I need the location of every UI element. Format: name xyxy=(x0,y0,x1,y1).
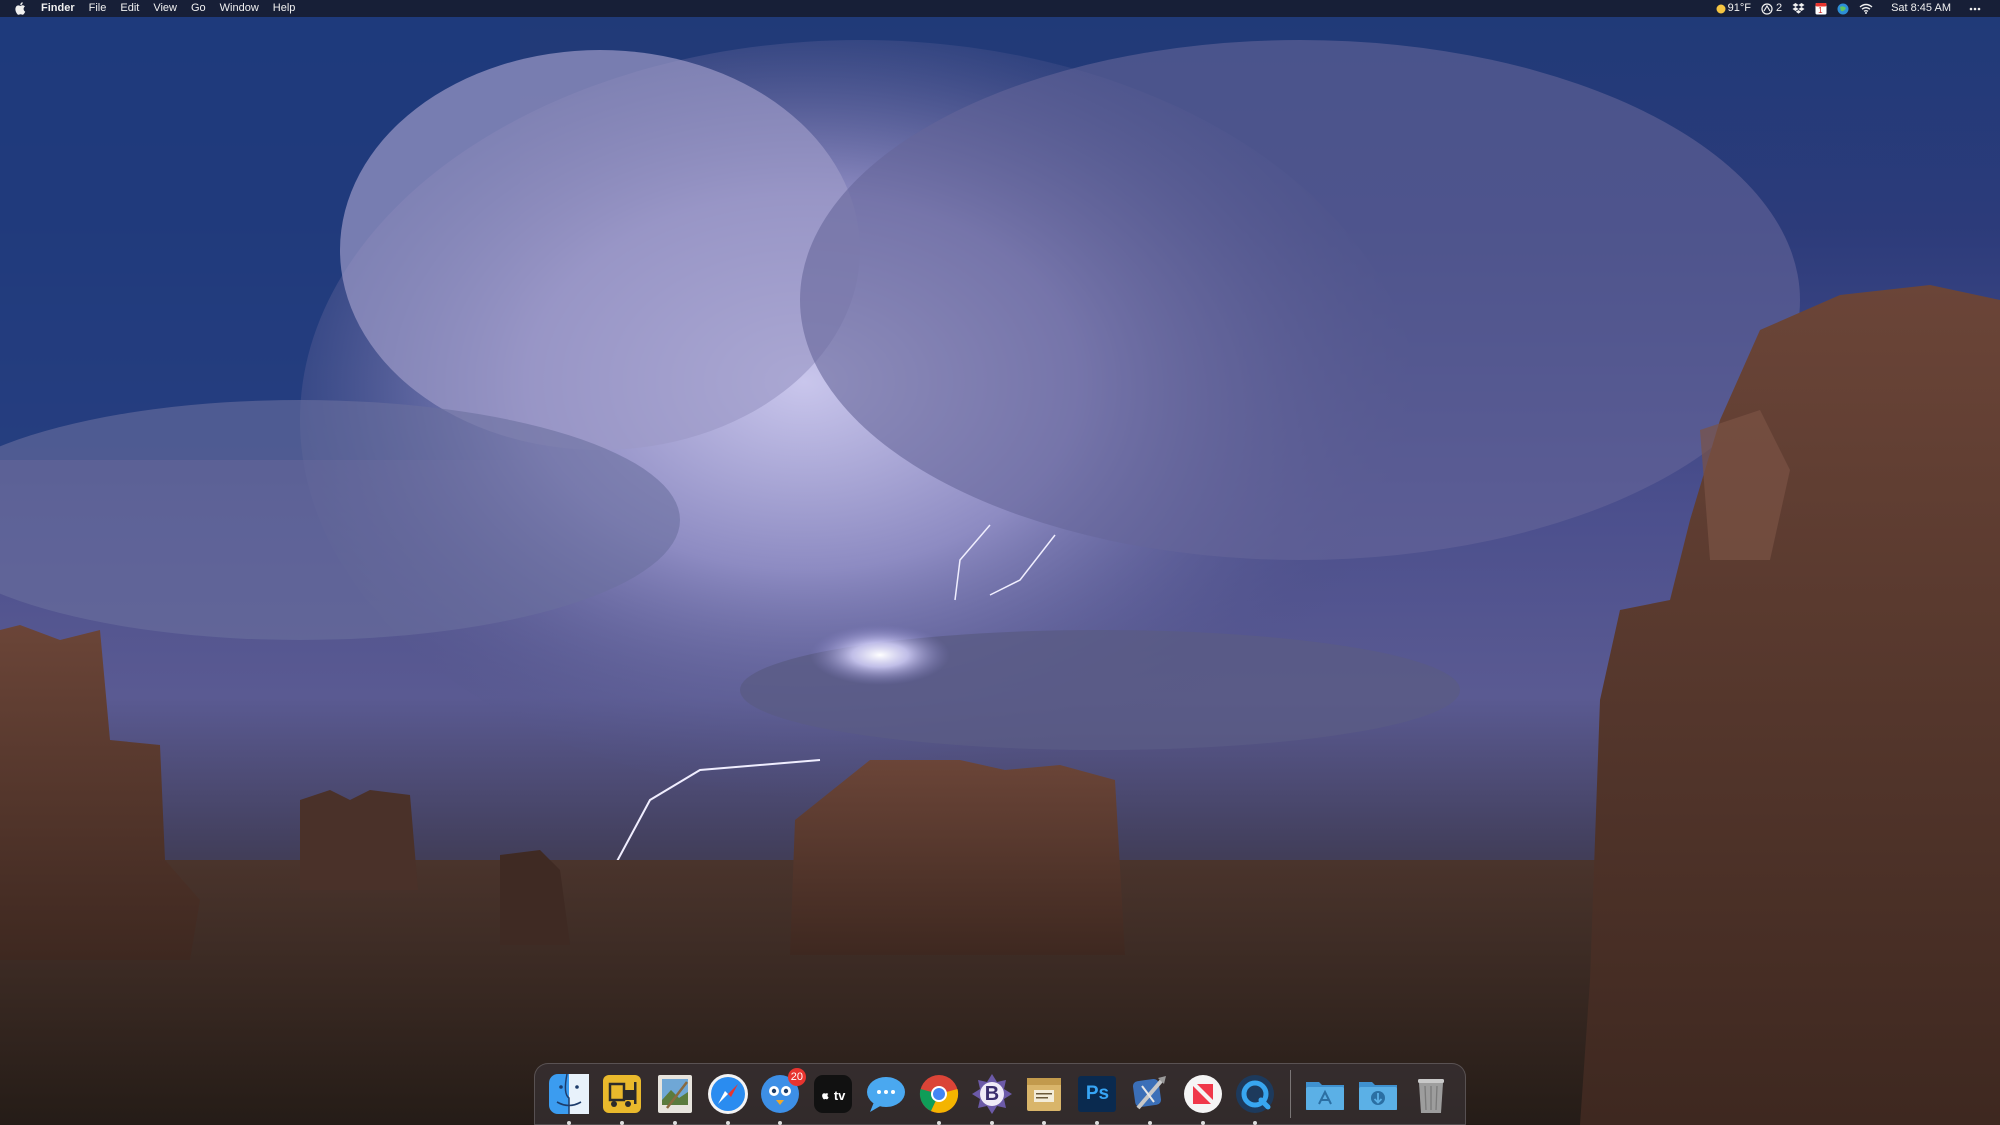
vpn-status[interactable] xyxy=(1832,3,1854,15)
dock-tweetbot[interactable]: 20 xyxy=(757,1068,807,1125)
weather-status[interactable]: 91°F xyxy=(1711,0,1756,17)
news-icon xyxy=(1183,1075,1222,1113)
apple-menu-icon[interactable] xyxy=(14,0,26,17)
dock-safari[interactable] xyxy=(704,1070,751,1125)
dock-applications-folder[interactable] xyxy=(1302,1070,1349,1118)
finder-icon xyxy=(549,1073,590,1114)
menu-view[interactable]: View xyxy=(146,0,184,17)
dropbox-icon xyxy=(1792,3,1805,14)
dock-chrome[interactable] xyxy=(915,1070,962,1125)
dock: 20 tv B Ps xyxy=(534,1063,1466,1125)
notification-badge: 20 xyxy=(787,1068,807,1086)
sync-icon xyxy=(1761,2,1773,15)
bbedit-label: B xyxy=(984,1082,1000,1105)
dock-finder[interactable] xyxy=(546,1070,593,1125)
menu-bar-status-area: 91°F 2 1 xyxy=(1711,0,1986,17)
menu-go[interactable]: Go xyxy=(184,0,213,17)
dock-preview[interactable] xyxy=(651,1070,698,1125)
dock-photoshop[interactable]: Ps xyxy=(1073,1070,1120,1125)
desktop-wallpaper xyxy=(0,0,2000,1125)
dock-news[interactable] xyxy=(1179,1070,1226,1125)
safari-icon xyxy=(707,1074,748,1114)
dock-trash[interactable] xyxy=(1407,1070,1454,1118)
menu-file[interactable]: File xyxy=(82,0,114,17)
sync-count: 2 xyxy=(1775,2,1783,14)
dropbox-status[interactable] xyxy=(1787,3,1810,14)
quicktime-icon xyxy=(1236,1075,1275,1113)
dock-archive-utility[interactable] xyxy=(1021,1070,1068,1125)
dock-messages[interactable] xyxy=(862,1070,909,1118)
running-indicator xyxy=(1147,1121,1152,1125)
xcode-icon xyxy=(1132,1076,1166,1110)
running-indicator xyxy=(725,1121,730,1125)
dock-quicktime[interactable] xyxy=(1232,1070,1279,1125)
archive-icon xyxy=(1027,1078,1062,1111)
dock-bbedit[interactable]: B xyxy=(968,1070,1015,1125)
preview-icon xyxy=(657,1075,692,1113)
running-indicator xyxy=(936,1121,941,1125)
menu-bar: Finder File Edit View Go Window Help 91°… xyxy=(0,0,2000,17)
wifi-icon xyxy=(1859,3,1873,14)
wallpaper-scene xyxy=(0,0,2000,1125)
sync-status[interactable]: 2 xyxy=(1756,0,1787,17)
running-indicator xyxy=(778,1121,783,1125)
menu-help[interactable]: Help xyxy=(266,0,303,17)
sun-icon xyxy=(1716,4,1726,13)
dock-separator xyxy=(1289,1070,1291,1118)
running-indicator xyxy=(567,1121,572,1125)
dock-downloads-folder[interactable] xyxy=(1354,1070,1401,1118)
running-indicator xyxy=(989,1121,994,1125)
more-menu-icon[interactable] xyxy=(1964,7,1986,11)
menu-bar-left: Finder File Edit View Go Window Help xyxy=(0,0,302,17)
wifi-status[interactable] xyxy=(1854,3,1878,14)
running-indicator xyxy=(620,1121,625,1125)
weather-temperature: 91°F xyxy=(1727,2,1751,14)
calendar-status[interactable]: 1 xyxy=(1810,0,1832,17)
menu-edit[interactable]: Edit xyxy=(113,0,146,17)
menu-window[interactable]: Window xyxy=(213,0,266,17)
running-indicator xyxy=(1253,1121,1258,1125)
applications-folder-icon xyxy=(1306,1082,1345,1110)
trash-icon xyxy=(1417,1079,1444,1113)
chrome-icon xyxy=(919,1075,958,1113)
running-indicator xyxy=(1200,1121,1205,1125)
downloads-folder-icon xyxy=(1358,1082,1397,1110)
photoshop-label: Ps xyxy=(1085,1083,1110,1104)
dock-apple-tv[interactable]: tv xyxy=(810,1070,857,1118)
globe-icon xyxy=(1837,3,1849,14)
tv-label: tv xyxy=(833,1087,846,1103)
clock[interactable]: Sat 8:45 AM xyxy=(1886,0,1956,17)
messages-icon xyxy=(866,1077,905,1112)
dock-forklift[interactable] xyxy=(599,1070,646,1125)
dock-xcode[interactable] xyxy=(1126,1070,1173,1125)
running-indicator xyxy=(1042,1121,1047,1125)
running-indicator xyxy=(672,1121,677,1125)
running-indicator xyxy=(1095,1121,1100,1125)
forklift-icon xyxy=(603,1075,642,1113)
menu-app-name[interactable]: Finder xyxy=(34,0,82,17)
